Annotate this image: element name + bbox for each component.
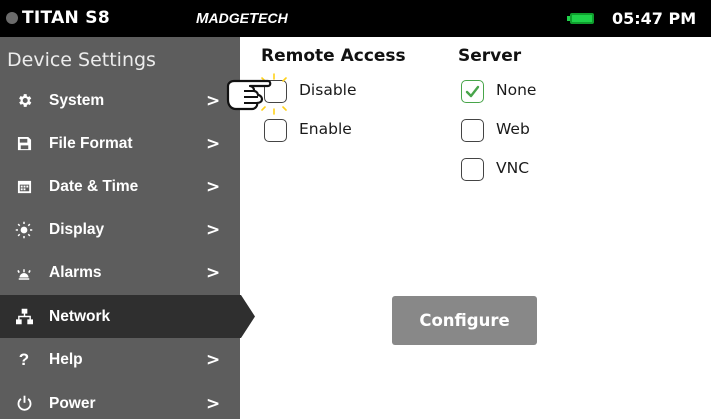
sidebar-item-alarms[interactable]: Alarms > xyxy=(0,251,240,294)
sidebar-item-label: Display xyxy=(49,220,105,238)
alarm-icon xyxy=(14,263,34,283)
settings-sidebar: Device Settings System > File Format > D… xyxy=(0,37,240,419)
power-icon xyxy=(14,394,34,414)
sidebar-item-file-format[interactable]: File Format > xyxy=(0,122,240,165)
gear-icon xyxy=(14,91,34,111)
sidebar-title: Device Settings xyxy=(7,49,156,71)
sidebar-item-power[interactable]: Power > xyxy=(0,382,240,419)
sidebar-item-label: Network xyxy=(49,307,111,325)
sidebar-item-system[interactable]: System > xyxy=(0,79,240,122)
active-pointer-arrow xyxy=(240,295,255,338)
checkmark-icon xyxy=(465,85,480,98)
status-dot-icon xyxy=(6,12,18,24)
sidebar-item-label: Power xyxy=(49,394,96,412)
sidebar-item-help[interactable]: ? Help > xyxy=(0,338,240,381)
calendar-icon xyxy=(14,177,34,197)
brand-logo: MADGETECH xyxy=(196,10,288,27)
option-label: Enable xyxy=(299,120,352,138)
sidebar-item-date-time[interactable]: Date & Time > xyxy=(0,165,240,208)
floppy-icon xyxy=(14,134,34,154)
option-label: Disable xyxy=(299,81,357,99)
sidebar-item-label: Date & Time xyxy=(49,177,139,195)
chevron-right-icon: > xyxy=(206,133,221,154)
checkbox[interactable] xyxy=(461,119,484,142)
checkbox-checked[interactable] xyxy=(461,80,484,103)
battery-icon xyxy=(567,13,594,24)
sidebar-item-label: System xyxy=(49,91,105,109)
option-label: VNC xyxy=(496,159,530,177)
chevron-right-icon: > xyxy=(206,262,221,283)
checkbox[interactable] xyxy=(461,158,484,181)
question-icon: ? xyxy=(18,349,30,369)
sidebar-item-label: Alarms xyxy=(49,263,102,281)
configure-button[interactable]: Configure xyxy=(392,296,537,345)
pointing-hand-cursor-icon xyxy=(226,73,287,115)
clock-time: 05:47 PM xyxy=(612,9,697,28)
chevron-right-icon: > xyxy=(206,176,221,197)
option-label: None xyxy=(496,81,537,99)
device-model: TITAN S8 xyxy=(22,8,110,28)
remote-access-heading: Remote Access xyxy=(261,46,406,66)
network-icon xyxy=(14,307,34,327)
chevron-right-icon: > xyxy=(206,219,221,240)
sidebar-item-network[interactable]: Network xyxy=(0,295,240,338)
sidebar-item-label: File Format xyxy=(49,134,133,152)
server-heading: Server xyxy=(458,46,522,66)
chevron-right-icon: > xyxy=(206,90,221,111)
chevron-right-icon: > xyxy=(206,393,221,414)
option-label: Web xyxy=(496,120,530,138)
checkbox[interactable] xyxy=(264,119,287,142)
sidebar-item-display[interactable]: Display > xyxy=(0,208,240,251)
sidebar-item-label: Help xyxy=(49,350,83,368)
sun-icon xyxy=(14,220,34,240)
chevron-right-icon: > xyxy=(206,349,221,370)
status-bar: TITAN S8 MADGETECH 05:47 PM xyxy=(0,0,711,37)
